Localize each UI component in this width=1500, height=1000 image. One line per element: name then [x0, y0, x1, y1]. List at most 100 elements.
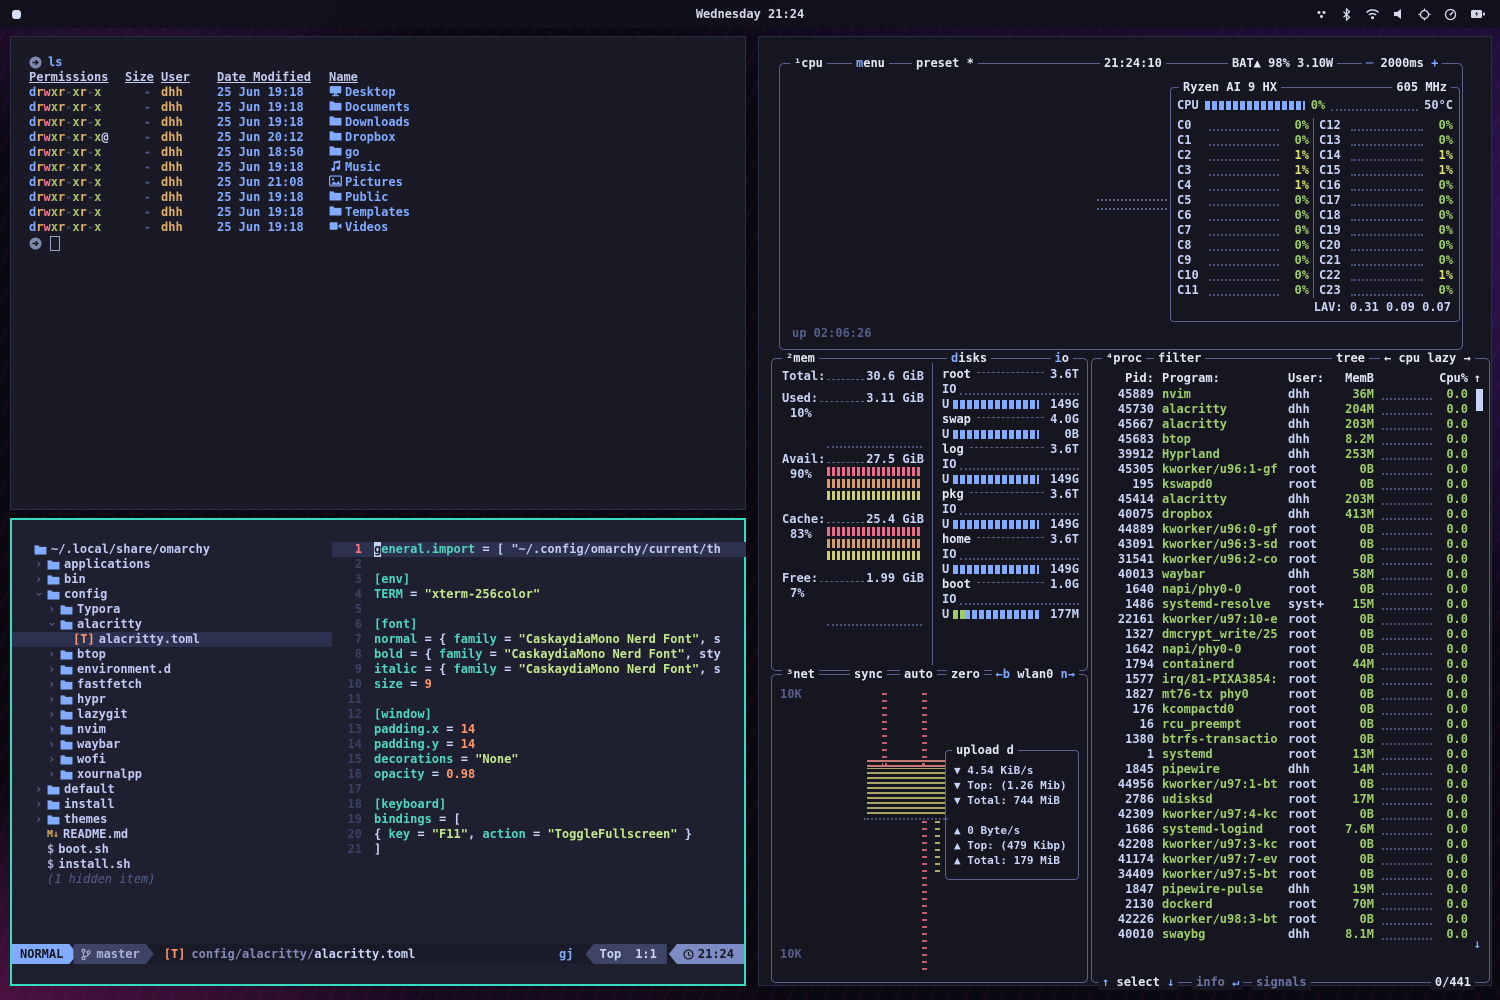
file-name[interactable]: Pictures: [329, 175, 403, 190]
scroll-down-arrow[interactable]: ↓: [1474, 937, 1481, 952]
tree-item-config[interactable]: ›config: [12, 587, 332, 602]
net-zero-button[interactable]: zero: [947, 667, 984, 682]
tree-item-typora[interactable]: ›Typora: [12, 602, 332, 617]
process-row[interactable]: 45414alacrittydhh203M0.0: [1100, 492, 1475, 507]
proc-footer-info[interactable]: info ↵: [1192, 975, 1243, 990]
tree-item-alacritty-toml[interactable]: [T]alacritty.toml: [12, 632, 332, 647]
proc-scrollbar[interactable]: [1476, 389, 1483, 411]
file-name[interactable]: Desktop: [329, 85, 396, 100]
tab-cpu[interactable]: ¹cpu: [790, 56, 827, 71]
disks-title[interactable]: disks: [947, 351, 991, 366]
process-row[interactable]: 40013waybardhh58M0.0: [1100, 567, 1475, 582]
process-row[interactable]: 1577irq/81-PIXA3854:root0B0.0: [1100, 672, 1475, 687]
col-pid[interactable]: Pid:: [1100, 371, 1154, 386]
process-row[interactable]: 195kswapd0root0B0.0: [1100, 477, 1475, 492]
file-name[interactable]: Dropbox: [329, 130, 396, 145]
tree-item-waybar[interactable]: ›waybar: [12, 737, 332, 752]
process-row[interactable]: 1847pipewire-pulsedhh19M0.0: [1100, 882, 1475, 897]
process-row[interactable]: 39912Hyprlanddhh253M0.0: [1100, 447, 1475, 462]
process-row[interactable]: 45889nvimdhh36M0.0: [1100, 387, 1475, 402]
process-row[interactable]: 1640napi/phy0-0root0B0.0: [1100, 582, 1475, 597]
process-row[interactable]: 1686systemd-logindroot7.6M0.0: [1100, 822, 1475, 837]
process-row[interactable]: 45683btopdhh8.2M0.0: [1100, 432, 1475, 447]
tree-item-environment-d[interactable]: ›environment.d: [12, 662, 332, 677]
process-row[interactable]: 1845pipewiredhh14M0.0: [1100, 762, 1475, 777]
process-row[interactable]: 41174kworker/u97:7-evroot0B0.0: [1100, 852, 1475, 867]
git-branch[interactable]: master: [73, 944, 153, 964]
tree-item-alacritty[interactable]: ›alacritty: [12, 617, 332, 632]
file-name[interactable]: Videos: [329, 220, 388, 235]
process-row[interactable]: 1827mt76-tx phy0root0B0.0: [1100, 687, 1475, 702]
tree-item-default[interactable]: ›default: [12, 782, 332, 797]
process-row[interactable]: 40010swaybgdhh8.1M0.0: [1100, 927, 1475, 942]
process-row[interactable]: 34409kworker/u97:5-btroot0B0.0: [1100, 867, 1475, 882]
process-row[interactable]: 45730alacrittydhh204M0.0: [1100, 402, 1475, 417]
net-interface-switch[interactable]: ←b wlan0 n→: [992, 667, 1080, 682]
tree-item-boot-sh[interactable]: $boot.sh: [12, 842, 332, 857]
process-row[interactable]: 44956kworker/u97:1-btroot0B0.0: [1100, 777, 1475, 792]
preset-button[interactable]: preset *: [912, 56, 978, 71]
tree-item-nvim[interactable]: ›nvim: [12, 722, 332, 737]
tab-mem[interactable]: ²mem: [782, 351, 819, 366]
editor-buffer[interactable]: 1general.import = [ "~/.config/omarchy/c…: [332, 520, 746, 962]
process-row[interactable]: 1794containerdroot44M0.0: [1100, 657, 1475, 672]
process-row[interactable]: 40075dropboxdhh413M0.0: [1100, 507, 1475, 522]
tree-item-install[interactable]: ›install: [12, 797, 332, 812]
tree-item-wofi[interactable]: ›wofi: [12, 752, 332, 767]
process-row[interactable]: 43091kworker/u96:3-sdroot0B0.0: [1100, 537, 1475, 552]
net-auto-button[interactable]: auto: [900, 667, 937, 682]
proc-tree-button[interactable]: tree: [1332, 351, 1369, 366]
process-row[interactable]: 1380btrfs-transactioroot0B0.0: [1100, 732, 1475, 747]
tree-item-hypr[interactable]: ›hypr: [12, 692, 332, 707]
tree-item-themes[interactable]: ›themes: [12, 812, 332, 827]
process-row[interactable]: 44889kworker/u96:0-gfroot0B0.0: [1100, 522, 1475, 537]
tree-item-lazygit[interactable]: ›lazygit: [12, 707, 332, 722]
col-cpu[interactable]: Cpu%: [1438, 371, 1468, 386]
tree-item--local-share-omarchy[interactable]: ~/.local/share/omarchy: [12, 542, 332, 557]
terminal-window[interactable]: ls Permissions Size User Date Modified N…: [10, 36, 746, 510]
proc-filter-button[interactable]: filter: [1154, 351, 1205, 366]
tab-net[interactable]: ³net: [782, 667, 819, 682]
refresh-interval[interactable]: ─ 2000ms +: [1362, 56, 1442, 71]
process-row[interactable]: 42309kworker/u97:4-kcroot0B0.0: [1100, 807, 1475, 822]
btop-window[interactable]: ¹cpu menu preset * 21:24:10 BAT▲ 98% 3.1…: [758, 36, 1492, 986]
col-memb[interactable]: MemB: [1332, 371, 1374, 386]
menu-button[interactable]: menu: [852, 56, 889, 71]
process-row[interactable]: 42226kworker/u98:3-btroot0B0.0: [1100, 912, 1475, 927]
col-user[interactable]: User:: [1288, 371, 1332, 386]
file-name[interactable]: Downloads: [329, 115, 410, 130]
process-row[interactable]: 45667alacrittydhh203M0.0: [1100, 417, 1475, 432]
tree-item-applications[interactable]: ›applications: [12, 557, 332, 572]
file-name[interactable]: go: [329, 145, 359, 160]
process-row[interactable]: 1systemdroot13M0.0: [1100, 747, 1475, 762]
tree-item-install-sh[interactable]: $install.sh: [12, 857, 332, 872]
col-program[interactable]: Program:: [1154, 371, 1288, 386]
process-row[interactable]: 16rcu_preemptroot0B0.0: [1100, 717, 1475, 732]
proc-sort-selector[interactable]: ← cpu lazy →: [1380, 351, 1475, 366]
proc-footer-select[interactable]: ↑ select ↓: [1098, 975, 1178, 990]
process-row[interactable]: 1486systemd-resolvesyst+15M0.0: [1100, 597, 1475, 612]
file-name[interactable]: Templates: [329, 205, 410, 220]
proc-footer-signals[interactable]: signals: [1252, 975, 1311, 990]
nvim-window[interactable]: ~/.local/share/omarchy›applications›bin›…: [10, 518, 746, 986]
interval-minus[interactable]: ─: [1366, 56, 1373, 70]
prompt-line-empty[interactable]: [29, 236, 745, 251]
process-row[interactable]: 2786udisksdroot17M0.0: [1100, 792, 1475, 807]
tree-item-fastfetch[interactable]: ›fastfetch: [12, 677, 332, 692]
process-row[interactable]: 176kcompactd0root0B0.0: [1100, 702, 1475, 717]
tree-item--1-hidden-item-[interactable]: (1 hidden item): [12, 872, 332, 887]
tree-item-btop[interactable]: ›btop: [12, 647, 332, 662]
file-name[interactable]: Music: [329, 160, 381, 175]
file-name[interactable]: Public: [329, 190, 388, 205]
interval-plus[interactable]: +: [1431, 56, 1438, 70]
process-row[interactable]: 22161kworker/u97:10-eroot0B0.0: [1100, 612, 1475, 627]
tree-item-readme-md[interactable]: M↓README.md: [12, 827, 332, 842]
process-row[interactable]: 31541kworker/u96:2-coroot0B0.0: [1100, 552, 1475, 567]
tab-proc[interactable]: ⁴proc: [1102, 351, 1146, 366]
process-row[interactable]: 1642napi/phy0-0root0B0.0: [1100, 642, 1475, 657]
process-row[interactable]: 45305kworker/u96:1-gfroot0B0.0: [1100, 462, 1475, 477]
io-title[interactable]: io: [1051, 351, 1073, 366]
process-row[interactable]: 2130dockerdroot70M0.0: [1100, 897, 1475, 912]
process-row[interactable]: 1327dmcrypt_write/25root0B0.0: [1100, 627, 1475, 642]
tree-item-xournalpp[interactable]: ›xournalpp: [12, 767, 332, 782]
